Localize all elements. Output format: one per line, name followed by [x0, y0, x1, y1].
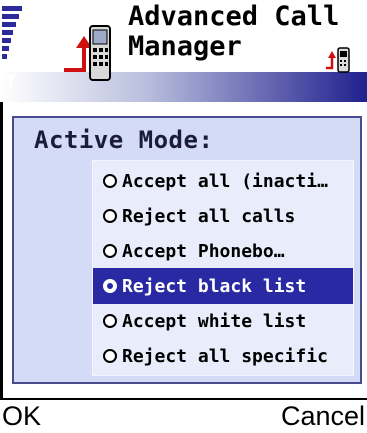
- ok-softkey[interactable]: OK: [2, 400, 41, 432]
- radio-checked-icon: [103, 279, 117, 293]
- title-bar-background: [0, 72, 367, 102]
- radio-unchecked-icon: [103, 244, 117, 258]
- option-label: Accept all (inacti…: [122, 170, 328, 192]
- dialog-title: Active Mode:: [34, 126, 214, 154]
- option-reject-all-specific[interactable]: Reject all specific: [93, 338, 353, 374]
- radio-unchecked-icon: [103, 349, 117, 363]
- option-accept-phonebook[interactable]: Accept Phonebo…: [93, 233, 353, 269]
- option-accept-white-list[interactable]: Accept white list: [93, 303, 353, 339]
- radio-unchecked-icon: [103, 209, 117, 223]
- option-label: Accept white list: [122, 310, 307, 332]
- option-reject-black-list[interactable]: Reject black list: [93, 268, 353, 304]
- cancel-softkey[interactable]: Cancel: [281, 400, 365, 432]
- call-manager-small-icon: [326, 47, 350, 73]
- radio-unchecked-icon: [103, 174, 117, 188]
- antenna-icon: [5, 73, 17, 89]
- app-title-line1: Advanced Call: [128, 1, 340, 32]
- mode-options-list: Accept all (inacti… Reject all calls Acc…: [92, 160, 354, 376]
- option-reject-all-calls[interactable]: Reject all calls: [93, 198, 353, 234]
- option-label: Accept Phonebo…: [122, 240, 285, 262]
- active-mode-dialog: Active Mode: Accept all (inacti… Reject …: [12, 116, 362, 384]
- option-label: Reject all calls: [122, 205, 296, 227]
- signal-strength-icon: [2, 6, 24, 70]
- app-title-line2: Manager: [128, 31, 242, 62]
- option-label: Reject black list: [122, 275, 307, 297]
- radio-unchecked-icon: [103, 314, 117, 328]
- option-accept-all[interactable]: Accept all (inacti…: [93, 163, 353, 199]
- call-manager-phone-icon: [64, 25, 111, 81]
- option-label: Reject all specific: [122, 345, 328, 367]
